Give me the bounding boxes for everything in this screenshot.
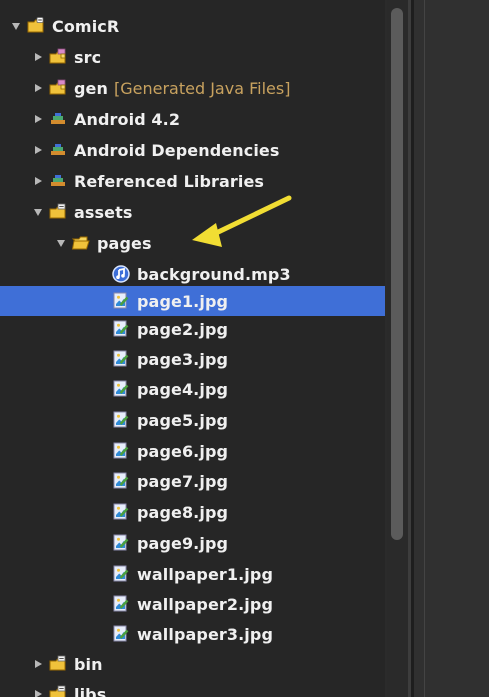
project-folder-icon: [26, 16, 46, 36]
package-folder-icon: [48, 654, 68, 674]
image-file-icon: [111, 410, 131, 430]
tree-item-label: Android 4.2: [74, 109, 181, 129]
tree-item-label: page5.jpg: [137, 410, 229, 430]
tree-item-label: assets: [74, 202, 133, 222]
tree-item-label: page4.jpg: [137, 379, 229, 399]
tree-item-label: libs: [74, 684, 107, 697]
chevron-right-icon[interactable]: [32, 144, 44, 156]
tree-item-libs[interactable]: libs: [0, 679, 385, 697]
tree-item-android-dependencies[interactable]: Android Dependencies: [0, 135, 385, 165]
image-file-icon: [111, 349, 131, 369]
tree-item-label: gen: [74, 78, 108, 98]
tree-item-wallpaper1-jpg[interactable]: wallpaper1.jpg: [0, 559, 385, 589]
tree-item-label: Referenced Libraries: [74, 171, 265, 191]
tree-item-page8-jpg[interactable]: page8.jpg: [0, 497, 385, 527]
tree-item-label: page7.jpg: [137, 471, 229, 491]
tree-item-label: background.mp3: [137, 264, 291, 284]
tree-item-label: page8.jpg: [137, 502, 229, 522]
tree-item-label: page3.jpg: [137, 349, 229, 369]
tree-item-pages[interactable]: pages: [0, 228, 385, 258]
package-folder-icon: [48, 202, 68, 222]
tree-item-label: wallpaper2.jpg: [137, 594, 273, 614]
tree-item-page6-jpg[interactable]: page6.jpg: [0, 436, 385, 466]
image-file-icon: [111, 533, 131, 553]
chevron-right-icon[interactable]: [32, 175, 44, 187]
tree-item-assets[interactable]: assets: [0, 197, 385, 227]
tree-item-label: page1.jpg: [137, 291, 229, 311]
chevron-right-icon[interactable]: [32, 82, 44, 94]
editor-pane: [414, 0, 489, 697]
chevron-down-icon[interactable]: [55, 237, 67, 249]
tree-item-android-4-2[interactable]: Android 4.2: [0, 104, 385, 134]
chevron-right-icon[interactable]: [32, 113, 44, 125]
image-file-icon: [111, 564, 131, 584]
library-icon: [48, 171, 68, 191]
tree-item-label: ComicR: [52, 16, 120, 36]
image-file-icon: [111, 319, 131, 339]
library-icon: [48, 140, 68, 160]
tree-item-label: pages: [97, 233, 152, 253]
tree-item-label: page9.jpg: [137, 533, 229, 553]
image-file-icon: [111, 441, 131, 461]
tree-item-decorator: [Generated Java Files]: [114, 78, 291, 98]
tree-item-gen[interactable]: gen [Generated Java Files]: [0, 73, 385, 103]
image-file-icon: [111, 502, 131, 522]
package-folder-icon: [48, 47, 68, 67]
editor-pane-border: [424, 0, 425, 697]
open-folder-icon: [71, 233, 91, 253]
tree-item-src[interactable]: src: [0, 42, 385, 72]
image-file-icon: [111, 624, 131, 644]
library-icon: [48, 109, 68, 129]
tree-item-label: wallpaper1.jpg: [137, 564, 273, 584]
tree-item-label: page6.jpg: [137, 441, 229, 461]
tree-item-page4-jpg[interactable]: page4.jpg: [0, 374, 385, 404]
tree-item-background-mp3[interactable]: background.mp3: [0, 259, 385, 289]
chevron-down-icon[interactable]: [32, 206, 44, 218]
tree-item-label: bin: [74, 654, 103, 674]
tree-item-referenced-libraries[interactable]: Referenced Libraries: [0, 166, 385, 196]
image-file-icon: [111, 291, 131, 311]
chevron-down-icon[interactable]: [10, 20, 22, 32]
chevron-right-icon[interactable]: [32, 51, 44, 63]
image-file-icon: [111, 471, 131, 491]
audio-file-icon: [111, 264, 131, 284]
tree-item-page9-jpg[interactable]: page9.jpg: [0, 528, 385, 558]
vertical-scrollbar-thumb[interactable]: [391, 8, 403, 540]
tree-item-label: Android Dependencies: [74, 140, 280, 160]
tree-item-page7-jpg[interactable]: page7.jpg: [0, 466, 385, 496]
tree-item-label: wallpaper3.jpg: [137, 624, 273, 644]
tree-item-page3-jpg[interactable]: page3.jpg: [0, 344, 385, 374]
tree-item-wallpaper3-jpg[interactable]: wallpaper3.jpg: [0, 619, 385, 649]
tree-item-label: page2.jpg: [137, 319, 229, 339]
tree-item-page5-jpg[interactable]: page5.jpg: [0, 405, 385, 435]
image-file-icon: [111, 379, 131, 399]
tree-item-comicr[interactable]: ComicR: [0, 11, 385, 41]
tree-item-page2-jpg[interactable]: page2.jpg: [0, 314, 385, 344]
chevron-right-icon[interactable]: [32, 658, 44, 670]
tree-item-page1-jpg[interactable]: page1.jpg: [0, 286, 385, 316]
chevron-right-icon[interactable]: [32, 688, 44, 697]
package-folder-icon: [48, 684, 68, 697]
image-file-icon: [111, 594, 131, 614]
project-explorer: ComicR src gen [Generated Java Files] An…: [0, 0, 385, 697]
tree-item-bin[interactable]: bin: [0, 649, 385, 679]
package-folder-icon: [48, 78, 68, 98]
tree-item-label: src: [74, 47, 102, 67]
tree-item-wallpaper2-jpg[interactable]: wallpaper2.jpg: [0, 589, 385, 619]
